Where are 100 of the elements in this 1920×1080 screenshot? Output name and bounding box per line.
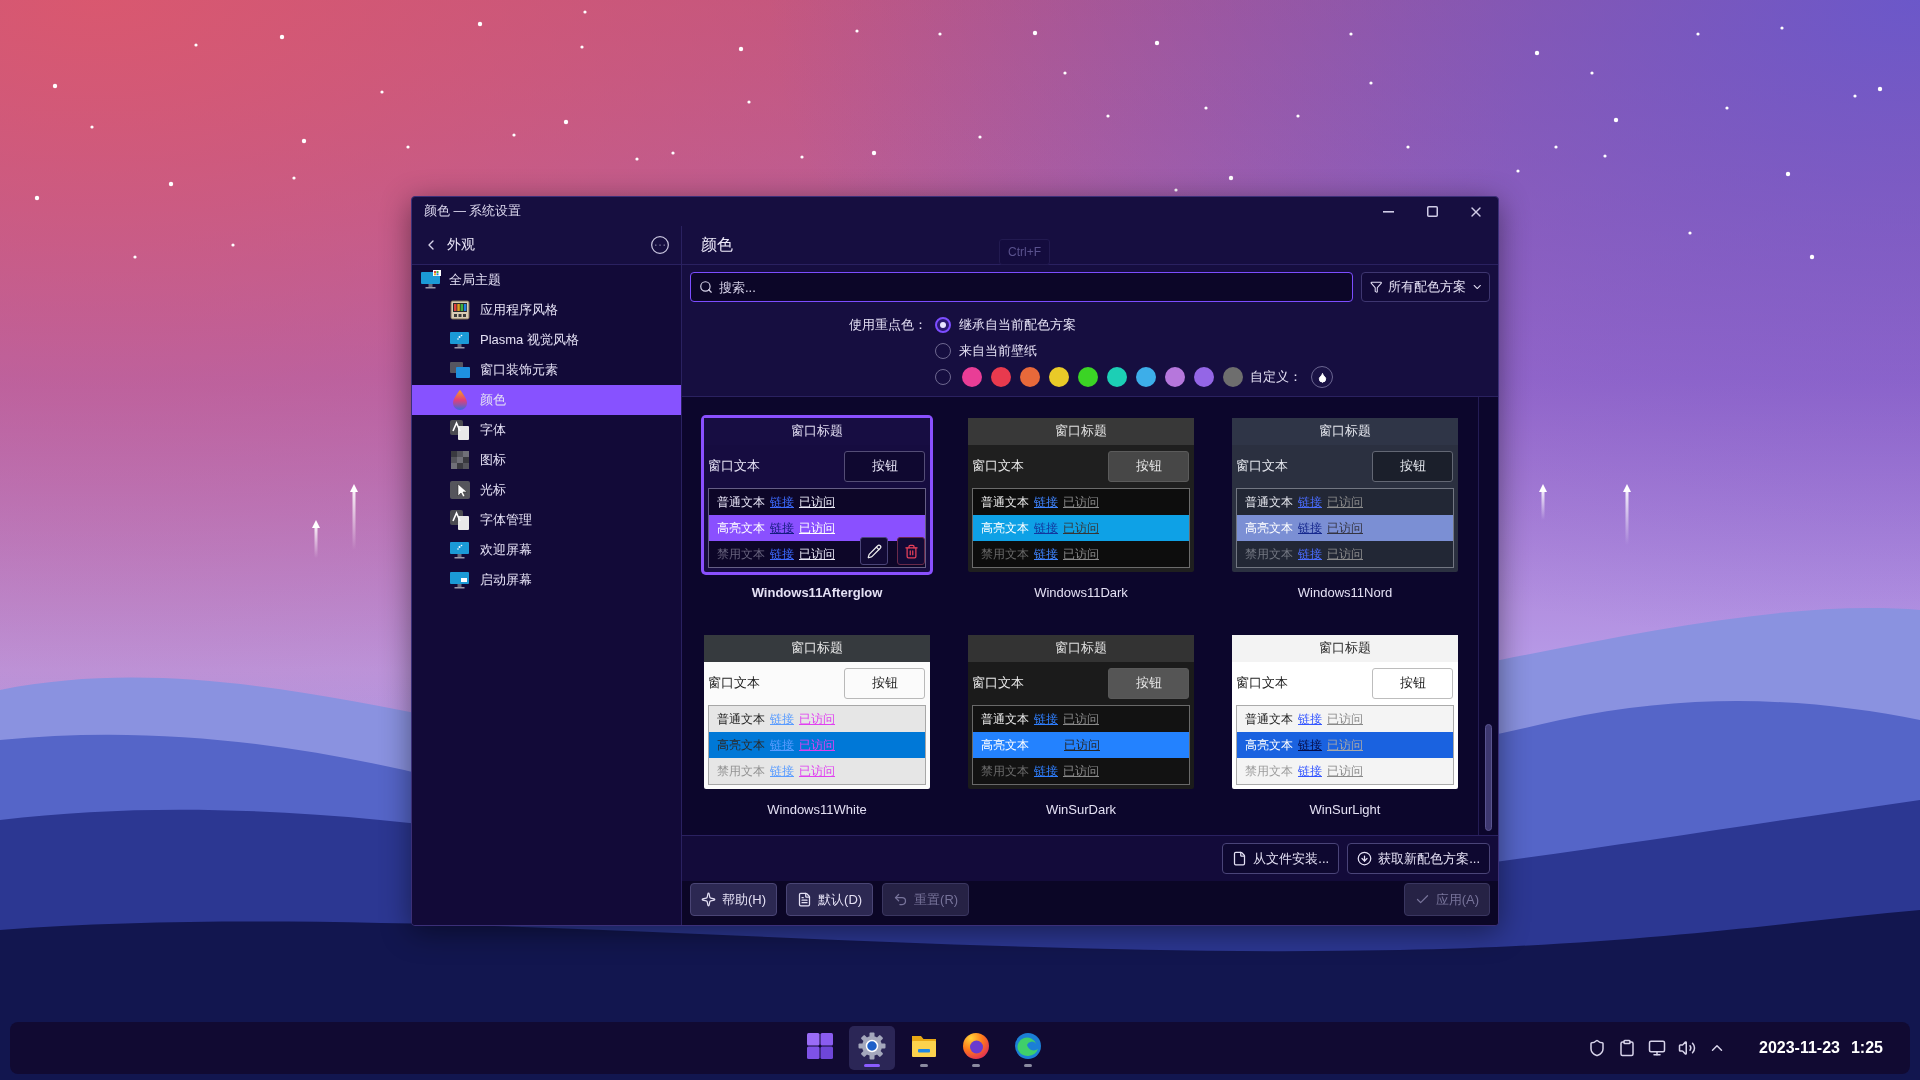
sidebar-item[interactable]: 字体 [412,415,681,445]
preview-link: 链接 [770,493,794,511]
preview-window-text: 窗口文本 [1236,675,1288,692]
preview-visited: 已访问 [1327,736,1363,754]
color-swatch[interactable] [1049,367,1069,387]
clipboard-icon[interactable] [1618,1039,1636,1057]
sidebar-item[interactable]: 字体管理 [412,505,681,535]
sidebar-item[interactable]: 应用程序风格 [412,295,681,325]
color-swatch[interactable] [1194,367,1214,387]
preview-title-bar: 窗口标题 [968,418,1194,445]
color-swatch[interactable] [1165,367,1185,387]
preview-visited: 已访问 [1327,762,1363,780]
preview-window-text: 窗口文本 [708,675,760,692]
preview-visited: 已访问 [799,493,835,511]
scrollbar-thumb[interactable] [1485,724,1492,831]
preview-text: 普通文本 [981,710,1029,728]
color-swatch[interactable] [1020,367,1040,387]
pages-icon [449,509,471,531]
sidebar-item[interactable]: 欢迎屏幕 [412,535,681,565]
install-button[interactable]: 从文件安装... [1222,843,1340,874]
scheme-preview[interactable]: 窗口标题 窗口文本 按钮 普通文本 链接 已访问 高亮文本 链接 已访问 禁用文本 链接 已访问 [704,418,930,572]
download-button[interactable]: 获取新配色方案... [1347,843,1490,874]
preview-link: 链接 [770,545,794,563]
preview-visited: 已访问 [1327,519,1363,537]
scheme-name: Windows11Dark [1034,585,1128,601]
radio-button[interactable] [935,317,951,333]
speaker-icon[interactable] [1678,1039,1696,1057]
sidebar-item[interactable]: 光标 [412,475,681,505]
monitor-icon[interactable] [1648,1039,1666,1057]
preview-visited: 已访问 [1063,762,1099,780]
shield-icon[interactable] [1588,1039,1606,1057]
sidebar-item[interactable]: 图标 [412,445,681,475]
search-field[interactable]: 搜索... [690,272,1353,302]
monitor-icon [449,569,471,591]
color-swatch[interactable] [1107,367,1127,387]
accent-label: 使用重点色： [849,316,927,334]
section-title: 外观 [447,236,475,254]
filter-dropdown[interactable]: 所有配色方案 [1361,272,1490,302]
sparkle-icon [701,892,716,907]
preview-link: 链接 [1034,710,1058,728]
preview-text: 禁用文本 [1245,545,1293,563]
preview-link: 链接 [1034,519,1058,537]
gear-icon [858,1032,886,1060]
preview-title-bar: 窗口标题 [704,635,930,662]
sidebar-item[interactable]: 启动屏幕 [412,565,681,595]
color-swatch[interactable] [1223,367,1243,387]
date-text: 2023-11-23 [1759,1039,1840,1057]
delete-button[interactable] [897,537,925,565]
preview-text: 高亮文本 [981,736,1029,754]
taskbar-button[interactable] [849,1026,895,1070]
help-button[interactable]: 帮助(H) [690,883,778,916]
preview-link: 链接 [1034,493,1058,511]
monitor-icon [449,539,471,561]
preview-text: 高亮文本 [717,519,765,537]
trash-icon [903,543,919,559]
preview-visited: 已访问 [1063,519,1099,537]
scheme-preview[interactable]: 窗口标题 窗口文本 按钮 普通文本 链接 已访问 高亮文本 链接 已访问 禁用文本 链接 已访问 [704,635,930,789]
sidebar-item[interactable]: 颜色 [412,385,681,415]
color-swatch[interactable] [1136,367,1156,387]
color-swatch[interactable] [1078,367,1098,387]
preview-text: 高亮文本 [981,519,1029,537]
edit-button[interactable] [860,537,888,565]
sidebar-item[interactable]: Plasma 视觉风格 [412,325,681,355]
scheme-preview[interactable]: 窗口标题 窗口文本 按钮 普通文本 链接 已访问 高亮文本 链接 已访问 禁用文本 链接 已访问 [968,418,1194,572]
preview-link: 链接 [770,736,794,754]
option-label: 继承自当前配色方案 [959,316,1076,334]
preview-link: 链接 [1034,545,1058,563]
fox-logo-icon [962,1032,990,1060]
preview-visited: 已访问 [1063,493,1099,511]
color-swatch[interactable] [962,367,982,387]
preview-title-bar: 窗口标题 [1232,418,1458,445]
sidebar-item[interactable]: 窗口装饰元素 [412,355,681,385]
preview-text: 高亮文本 [1245,736,1293,754]
preview-text: 普通文本 [1245,493,1293,511]
time-text: 1:25 [1850,1039,1883,1057]
pencil-icon [866,543,882,559]
monitor-icon [420,269,442,291]
color-swatch[interactable] [991,367,1011,387]
sidebar-item[interactable]: 全局主题 [412,265,681,295]
ellipsis-icon [650,235,670,255]
preview-link: 链接 [770,762,794,780]
preview-link: 链接 [1298,736,1322,754]
file-icon [1232,851,1248,866]
preview-text: 禁用文本 [717,545,765,563]
preview-window-text: 窗口文本 [972,458,1024,475]
scheme-preview[interactable]: 窗口标题 窗口文本 按钮 普通文本 链接 已访问 高亮文本 已访问 禁用文本 链接 已访问 [968,635,1194,789]
scheme-preview[interactable]: 窗口标题 窗口文本 按钮 普通文本 链接 已访问 高亮文本 链接 已访问 禁用文本 链接 已访问 [1232,635,1458,789]
preview-button: 按钮 [1108,451,1189,482]
preview-visited: 已访问 [1327,493,1363,511]
preview-text: 禁用文本 [981,762,1029,780]
more-button[interactable] [649,234,671,256]
preview-link: 链接 [1298,545,1322,563]
preview-button: 按钮 [1108,668,1189,699]
windows-icon [449,359,471,381]
preview-link: 链接 [770,710,794,728]
preview-button: 按钮 [844,668,925,699]
defaults-button[interactable]: 默认(D) [786,883,874,916]
scheme-preview[interactable]: 窗口标题 窗口文本 按钮 普通文本 链接 已访问 高亮文本 链接 已访问 禁用文本 链接 已访问 [1232,418,1458,572]
preview-visited: 已访问 [1327,710,1363,728]
color-picker-button[interactable] [1311,366,1333,388]
